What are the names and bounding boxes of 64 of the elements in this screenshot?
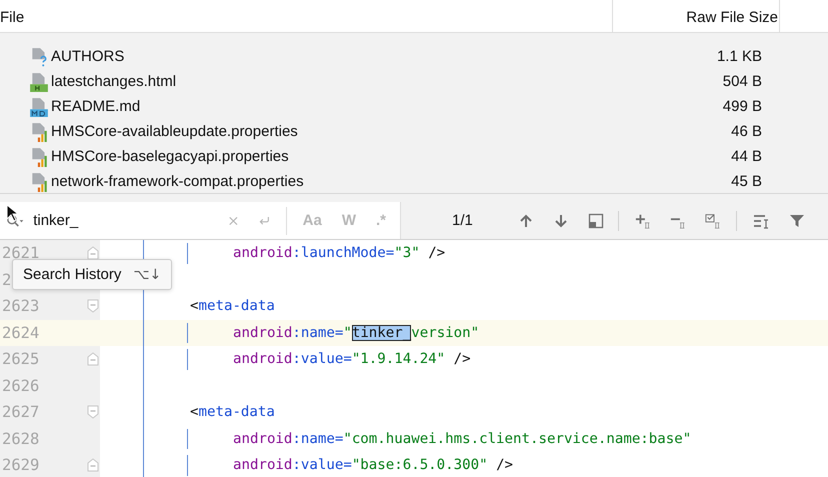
- file-name[interactable]: AUTHORS: [51, 48, 124, 65]
- code-text: />: [452, 351, 471, 368]
- match-count: 1/1: [452, 212, 473, 229]
- code-attribute: :name=: [292, 324, 344, 341]
- filter-lines-icon[interactable]: [752, 212, 771, 228]
- code-string: "3": [394, 245, 420, 262]
- code-tag: meta-data: [198, 298, 275, 314]
- file-size: 44 B: [730, 148, 762, 165]
- fold-icon[interactable]: [87, 405, 99, 419]
- search-field[interactable]: tinker_: [33, 212, 218, 229]
- code-text: <: [190, 404, 198, 420]
- code-namespace: android: [233, 324, 292, 341]
- line-number: 2629: [2, 456, 40, 474]
- tooltip-label: Search History: [23, 266, 122, 283]
- select-all-icon[interactable]: [586, 212, 605, 228]
- file-name[interactable]: HMSCore-availableupdate.properties: [51, 123, 298, 140]
- code-namespace: android: [233, 351, 292, 368]
- file-name[interactable]: network-framework-compat.properties: [51, 173, 304, 190]
- file-name[interactable]: latestchanges.html: [51, 73, 176, 90]
- code-string: "base:6.5.0.300": [352, 457, 488, 474]
- code-attribute: :value=: [292, 351, 352, 368]
- properties-file-icon: [30, 146, 48, 166]
- line-number: 2628: [2, 430, 40, 448]
- markdown-file-icon: [30, 96, 48, 116]
- file-size: 504 B: [722, 73, 762, 90]
- line-number: 2: [2, 270, 12, 289]
- filter-icon[interactable]: [788, 212, 806, 228]
- code-text: />: [495, 457, 514, 474]
- code-attribute: :launchMode=: [292, 245, 394, 262]
- fold-icon[interactable]: [87, 352, 99, 366]
- fold-icon[interactable]: [87, 458, 99, 472]
- unknown-file-icon: [30, 46, 48, 66]
- code-text: <: [190, 298, 198, 314]
- properties-file-icon: [30, 172, 48, 192]
- file-size: 46 B: [730, 123, 762, 140]
- line-number: 2621: [2, 244, 40, 262]
- code-namespace: android: [233, 430, 292, 447]
- file-name[interactable]: README.md: [51, 98, 140, 115]
- code-attribute: :name=: [292, 430, 344, 447]
- column-header[interactable]: Raw File Size: [613, 0, 780, 32]
- code-string: ": [343, 324, 352, 341]
- file-size: 45 B: [730, 173, 762, 190]
- fold-icon[interactable]: [87, 246, 99, 260]
- file-name[interactable]: HMSCore-baselegacyapi.properties: [51, 148, 289, 165]
- html-file-icon: [30, 72, 48, 92]
- line-number: 2626: [2, 376, 40, 395]
- fold-icon[interactable]: [87, 299, 99, 313]
- file-size: 1.1 KB: [716, 48, 762, 65]
- code-string: "1.9.14.24": [352, 351, 446, 368]
- line-number: 2625: [2, 350, 40, 368]
- code-text: />: [427, 245, 446, 262]
- code-attribute: :value=: [292, 457, 352, 474]
- code-namespace: android: [233, 245, 292, 262]
- column-header[interactable]: File: [0, 0, 613, 32]
- code-string: "com.huawei.hms.client.service.name:base": [343, 430, 692, 447]
- file-size: 499 B: [722, 98, 762, 115]
- code-tag: meta-data: [198, 404, 275, 420]
- keyboard-shortcut: ⌥↓: [133, 266, 162, 282]
- line-number: 2627: [2, 403, 40, 422]
- line-number: 2623: [2, 297, 40, 316]
- code-namespace: android: [233, 457, 292, 474]
- properties-file-icon: [30, 122, 48, 142]
- code-string: version": [411, 324, 480, 341]
- line-number: 2624: [2, 324, 40, 342]
